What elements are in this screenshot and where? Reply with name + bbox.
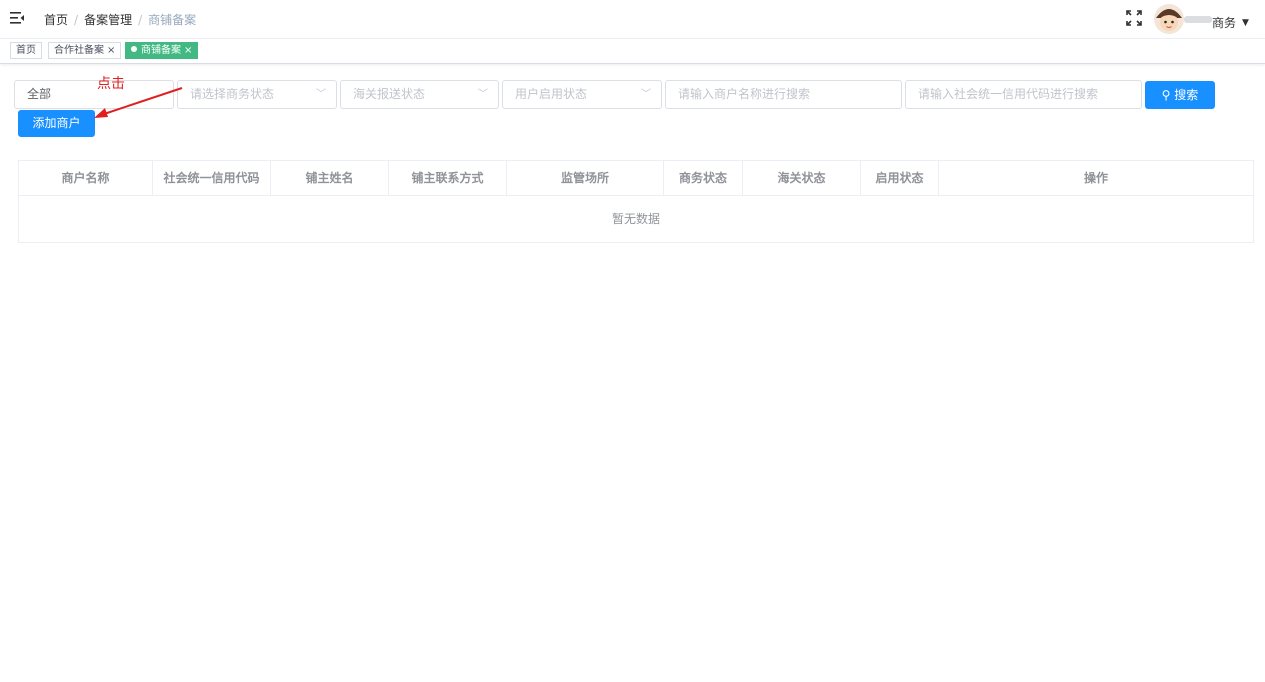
tags-view: 首页 合作社备案 × 商铺备案 × xyxy=(0,39,1265,64)
add-merchant-label: 添加商户 xyxy=(32,116,81,130)
tag-label: 商铺备案 xyxy=(141,45,181,56)
user-enable-select[interactable]: 用户启用状态 ﹀ xyxy=(502,80,662,109)
annotation-arrow-icon xyxy=(94,87,183,118)
close-icon[interactable]: × xyxy=(184,45,192,56)
search-icon: ⚲ xyxy=(1161,88,1171,102)
merchant-name-input[interactable]: 请输入商户名称进行搜索 xyxy=(665,80,902,109)
breadcrumb-home[interactable]: 首页 xyxy=(44,13,68,27)
chevron-down-icon: ﹀ xyxy=(641,89,651,100)
merchant-name-placeholder: 请输入商户名称进行搜索 xyxy=(678,87,811,101)
search-button[interactable]: ⚲ 搜索 xyxy=(1145,81,1215,109)
breadcrumb: 首页 / 备案管理 / 商铺备案 xyxy=(44,13,197,27)
tag-cooperative-filing[interactable]: 合作社备案 × xyxy=(48,42,122,59)
breadcrumb-filing-management[interactable]: 备案管理 xyxy=(84,13,132,27)
tag-label: 合作社备案 xyxy=(54,45,104,56)
business-status-select[interactable]: 请选择商务状态 ﹀ xyxy=(177,80,337,109)
credit-code-placeholder: 请输入社会统一信用代码进行搜索 xyxy=(918,87,1099,101)
tag-home[interactable]: 首页 xyxy=(10,42,42,59)
breadcrumb-current: 商铺备案 xyxy=(148,13,197,27)
chevron-down-icon: ﹀ xyxy=(478,89,488,100)
column-header: 海关状态 xyxy=(743,161,861,196)
active-dot-icon xyxy=(131,46,137,52)
column-header: 启用状态 xyxy=(861,161,939,196)
customs-status-placeholder: 海关报送状态 xyxy=(353,87,426,101)
navbar: 首页 / 备案管理 / 商铺备案 商务 ▼ xyxy=(0,0,1265,39)
username[interactable]: 商务 xyxy=(1212,14,1236,31)
hamburger-icon[interactable] xyxy=(9,10,25,26)
chevron-down-icon: ﹀ xyxy=(316,89,326,100)
column-header: 操作 xyxy=(1083,171,1108,185)
add-merchant-button[interactable]: 添加商户 xyxy=(18,110,95,137)
fullscreen-icon[interactable] xyxy=(1126,10,1142,26)
table-header: 商户名称 社会统一信用代码 铺主姓名 铺主联系方式 监管场所 商务状态 海关状态… xyxy=(19,161,1253,196)
avatar[interactable] xyxy=(1154,4,1184,34)
customs-status-select[interactable]: 海关报送状态 ﹀ xyxy=(340,80,499,109)
business-status-placeholder: 请选择商务状态 xyxy=(190,87,275,101)
merchant-table: 商户名称 社会统一信用代码 铺主姓名 铺主联系方式 监管场所 商务状态 海关状态… xyxy=(18,160,1254,243)
column-header: 商户名称 xyxy=(19,161,153,196)
blurred-username xyxy=(1184,16,1212,23)
tag-label: 首页 xyxy=(16,45,36,56)
user-enable-placeholder: 用户启用状态 xyxy=(515,87,588,101)
search-button-label: 搜索 xyxy=(1174,88,1199,102)
empty-text: 暂无数据 xyxy=(611,212,660,226)
caret-down-icon[interactable]: ▼ xyxy=(1242,18,1249,28)
column-header: 铺主联系方式 xyxy=(389,161,507,196)
column-header: 铺主姓名 xyxy=(271,161,389,196)
column-header: 社会统一信用代码 xyxy=(153,161,271,196)
credit-code-input[interactable]: 请输入社会统一信用代码进行搜索 xyxy=(905,80,1142,109)
scope-select-value: 全部 xyxy=(27,87,52,101)
close-icon[interactable]: × xyxy=(107,45,115,56)
column-header: 商务状态 xyxy=(664,161,743,196)
tag-shop-filing[interactable]: 商铺备案 × xyxy=(125,42,199,59)
column-header: 监管场所 xyxy=(507,161,664,196)
